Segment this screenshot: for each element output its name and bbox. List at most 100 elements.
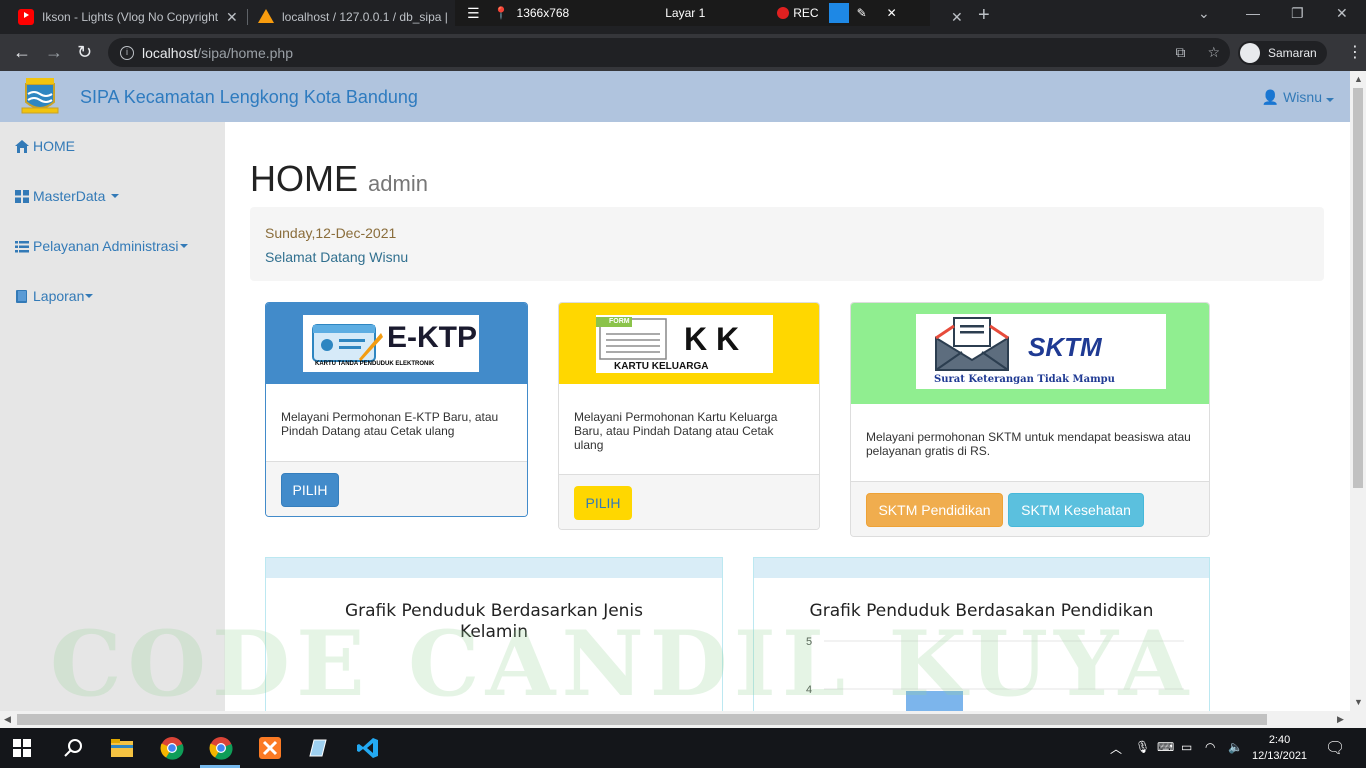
camera-icon[interactable] xyxy=(828,3,849,23)
tab-phpmyadmin[interactable]: localhost / 127.0.0.1 / db_sipa | p xyxy=(258,0,458,34)
vertical-scrollbar[interactable]: ▲ ▼ xyxy=(1350,71,1366,711)
site-info-icon[interactable]: i xyxy=(120,45,134,60)
home-icon xyxy=(15,139,29,153)
minimize-icon[interactable]: — xyxy=(1246,5,1260,21)
tab-youtube[interactable]: Ikson - Lights (Vlog No Copyright ✕ xyxy=(18,0,240,34)
id-card-icon xyxy=(312,324,383,362)
new-tab-icon[interactable]: + xyxy=(978,4,990,27)
kk-logo-form-label: FORM xyxy=(609,318,630,325)
current-date: Sunday,12-Dec-2021 xyxy=(265,225,397,241)
caret-down-icon xyxy=(111,194,120,198)
notification-icon[interactable]: 🗨 xyxy=(1325,738,1345,758)
back-icon[interactable]: ← xyxy=(13,42,31,62)
scroll-down-icon[interactable]: ▼ xyxy=(1354,697,1363,707)
sktm-pendidikan-button[interactable]: SKTM Pendidikan xyxy=(866,493,1003,527)
sidebar-item-label: Pelayanan Administrasi xyxy=(33,238,179,254)
kk-logo-text: K K xyxy=(684,321,740,357)
caret-down-icon xyxy=(85,294,94,298)
horizontal-scroll-thumb[interactable] xyxy=(17,714,1267,725)
pen-icon[interactable]: ✎ xyxy=(857,6,867,20)
bookmark-star-icon[interactable]: ☆ xyxy=(1207,44,1220,60)
kk-pilih-button[interactable]: PILIH xyxy=(574,486,632,520)
microphone-icon[interactable]: 🎙 xyxy=(1135,740,1150,754)
sidebar-item-label: Laporan xyxy=(33,288,85,304)
vertical-scroll-thumb[interactable] xyxy=(1353,88,1363,488)
windows-start-icon[interactable] xyxy=(13,739,31,757)
brand-title[interactable]: SIPA Kecamatan Lengkong Kota Bandung xyxy=(80,87,418,108)
sidebar-item-masterdata[interactable]: MasterData xyxy=(15,188,120,204)
volume-icon[interactable]: 🔈 xyxy=(1228,740,1243,754)
horizontal-scrollbar[interactable]: ◀ ▶ xyxy=(0,711,1366,728)
chrome-icon[interactable] xyxy=(209,736,233,760)
ektp-logo: E-KTP KARTU TANDA PENDUDUK ELEKTRONIK xyxy=(303,315,479,372)
web-page: SIPA Kecamatan Lengkong Kota Bandung 👤 W… xyxy=(0,71,1350,711)
more-menu-icon[interactable]: ⋮ xyxy=(1347,42,1363,62)
close-tab-icon[interactable]: ✕ xyxy=(943,0,963,34)
close-tab-icon[interactable]: ✕ xyxy=(226,9,238,26)
main-content: HOME admin Sunday,12-Dec-2021 Selamat Da… xyxy=(225,122,1335,711)
sidebar-item-pelayanan[interactable]: Pelayanan Administrasi xyxy=(15,238,188,254)
menu-icon[interactable]: ☰ xyxy=(467,5,480,22)
forward-icon[interactable]: → xyxy=(45,42,63,62)
clock-time: 2:40 xyxy=(1268,734,1291,746)
file-explorer-icon[interactable] xyxy=(110,736,134,760)
close-recorder-icon[interactable]: ✕ xyxy=(887,6,897,20)
profile-button[interactable]: Samaran xyxy=(1238,41,1327,65)
youtube-icon xyxy=(18,9,34,25)
xampp-icon[interactable] xyxy=(258,736,282,760)
omnibox-actions: ⧉ ☆ xyxy=(1176,44,1220,61)
system-clock[interactable]: 2:40 12/13/2021 xyxy=(1252,732,1307,764)
scroll-up-icon[interactable]: ▲ xyxy=(1354,74,1363,84)
sidebar-item-laporan[interactable]: Laporan xyxy=(15,288,94,304)
ektp-card-header: E-KTP KARTU TANDA PENDUDUK ELEKTRONIK xyxy=(266,303,527,384)
show-hidden-icons-icon[interactable]: ︿ xyxy=(1110,740,1122,757)
scroll-right-icon[interactable]: ▶ xyxy=(1337,714,1344,725)
wifi-icon[interactable]: ◠ xyxy=(1205,740,1215,754)
chart-bar[interactable] xyxy=(906,691,963,711)
chrome-icon[interactable] xyxy=(160,736,184,760)
kk-card-footer: PILIH xyxy=(559,474,819,529)
notepad-icon[interactable] xyxy=(306,736,330,760)
gender-chart-panel: Grafik Penduduk Berdasarkan Jenis Kelami… xyxy=(265,557,723,711)
page-title-text: HOME xyxy=(250,158,358,199)
vscode-icon[interactable] xyxy=(356,736,380,760)
sktm-kesehatan-button[interactable]: SKTM Kesehatan xyxy=(1008,493,1144,527)
education-chart-panel: Grafik Penduduk Berdasakan Pendidikan 54 xyxy=(753,557,1210,711)
sidebar-item-label: HOME xyxy=(33,138,75,154)
pin-icon[interactable]: 📍 xyxy=(494,6,509,20)
ektp-logo-text: E-KTP xyxy=(387,321,477,354)
address-bar[interactable]: i localhost/sipa/home.php ⧉ ☆ xyxy=(108,38,1230,67)
translate-icon[interactable]: ⧉ xyxy=(1176,44,1186,60)
gender-chart-title: Grafik Penduduk Berdasarkan Jenis Kelami… xyxy=(344,601,644,642)
search-icon[interactable] xyxy=(62,736,86,760)
keyboard-icon[interactable]: ⌨ xyxy=(1157,740,1174,754)
restore-icon[interactable]: ❐ xyxy=(1291,5,1304,22)
ektp-pilih-button[interactable]: PILIH xyxy=(281,473,339,507)
tab-search-icon[interactable]: ⌄ xyxy=(1198,5,1210,22)
screen-recorder-toolbar: ☰ 📍 1366x768 Layar 1 REC ✎ ✕ xyxy=(455,0,930,26)
book-icon xyxy=(16,289,27,303)
kk-logo-caption: KARTU KELUARGA xyxy=(614,361,709,372)
record-button[interactable]: REC xyxy=(777,6,819,20)
gender-chart-header xyxy=(266,558,722,578)
caret-down-icon xyxy=(1326,98,1334,102)
tab-title: localhost / 127.0.0.1 / db_sipa | p xyxy=(282,10,452,24)
page-subtitle: admin xyxy=(368,171,428,196)
kk-card-header: FORM K K KARTU KELUARGA xyxy=(559,303,819,384)
kk-card: FORM K K KARTU KELUARGA Melayani Permoho… xyxy=(558,302,820,530)
sktm-card-footer: SKTM Pendidikan SKTM Kesehatan xyxy=(851,481,1209,536)
sktm-logo-text: SKTM xyxy=(1028,332,1102,362)
url-text: localhost/sipa/home.php xyxy=(142,44,293,61)
sktm-logo-caption: Surat Keterangan Tidak Mampu xyxy=(934,374,1115,385)
y-tick-label: 4 xyxy=(806,684,812,696)
battery-icon[interactable]: ▭ xyxy=(1181,740,1192,754)
reload-icon[interactable]: ↻ xyxy=(77,42,92,62)
tab-separator xyxy=(247,9,248,25)
sktm-logo: SKTM Surat Keterangan Tidak Mampu xyxy=(916,314,1166,389)
record-label: REC xyxy=(793,6,819,20)
user-menu[interactable]: 👤 Wisnu xyxy=(1262,89,1334,106)
scroll-left-icon[interactable]: ◀ xyxy=(4,714,11,725)
close-window-icon[interactable]: ✕ xyxy=(1336,5,1348,22)
ektp-card: E-KTP KARTU TANDA PENDUDUK ELEKTRONIK Me… xyxy=(265,302,528,517)
sidebar-item-home[interactable]: HOME xyxy=(15,138,75,154)
